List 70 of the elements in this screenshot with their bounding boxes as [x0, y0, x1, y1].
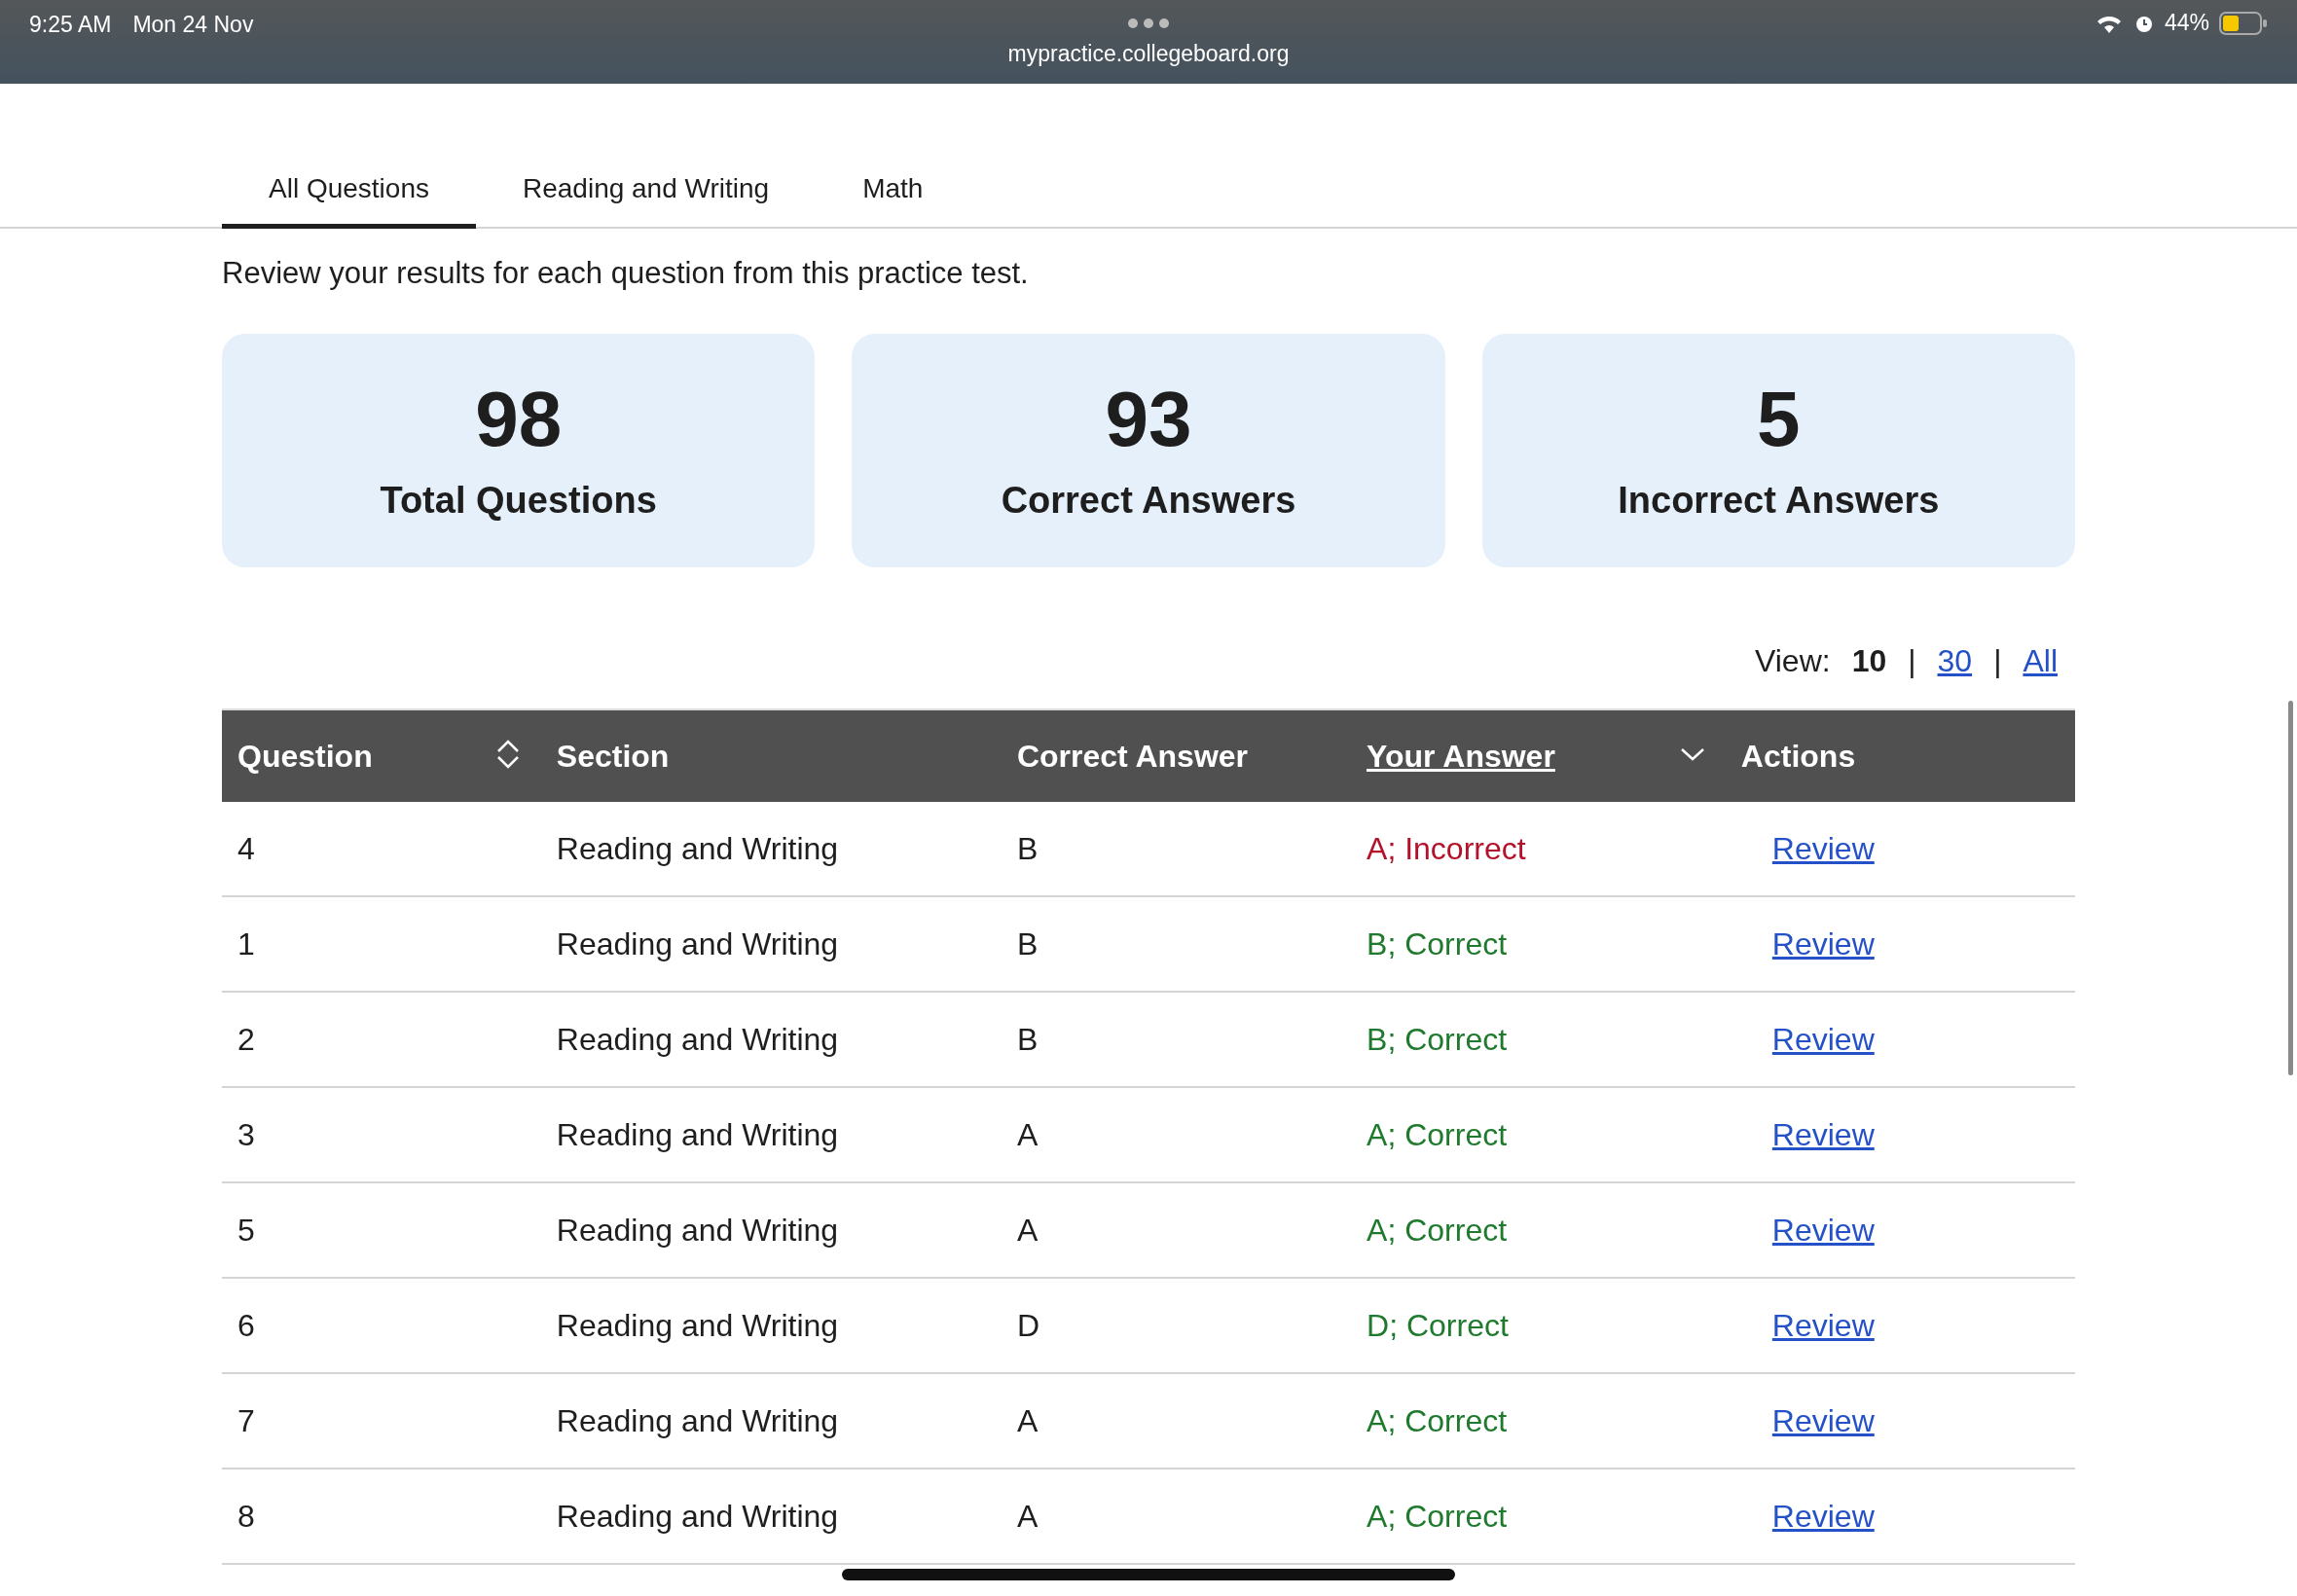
scrollbar[interactable] [2288, 701, 2293, 1075]
table-cell: A [1001, 1469, 1352, 1564]
sort-icon[interactable] [494, 739, 521, 770]
table-cell: D [1001, 1278, 1352, 1373]
stat-label: Total Questions [380, 479, 657, 522]
table-cell: B [1001, 896, 1352, 992]
view-label: View: [1754, 643, 1831, 679]
table-cell: A [1001, 1087, 1352, 1182]
table-cell: 2 [222, 992, 541, 1087]
table-cell: Reading and Writing [540, 896, 1002, 992]
description-text: Review your results for each question from this practice test. [222, 256, 1030, 291]
table-cell: B [1001, 992, 1352, 1087]
table-cell: B; Correct [1351, 992, 1726, 1087]
column-header: Actions [1725, 709, 2075, 802]
table-cell: A; Correct [1351, 1087, 1726, 1182]
review-link[interactable]: Review [1771, 1498, 1875, 1534]
review-link[interactable]: Review [1771, 1116, 1875, 1152]
view-option[interactable]: 10 [1851, 643, 1887, 679]
table-cell: B [1001, 802, 1352, 896]
table-cell: Reading and Writing [540, 992, 1002, 1087]
status-date: Mon 24 Nov [132, 12, 254, 38]
review-link[interactable]: Review [1771, 1307, 1875, 1343]
table-cell: Reading and Writing [540, 1373, 1002, 1469]
review-link[interactable]: Review [1771, 1021, 1875, 1057]
table-cell: A; Correct [1351, 1373, 1726, 1469]
column-header: Correct Answer [1001, 709, 1352, 802]
column-header[interactable]: Your Answer [1351, 709, 1659, 802]
table-cell: A; Correct [1351, 1469, 1726, 1564]
battery-percent: 44% [2164, 10, 2209, 36]
table-cell: Reading and Writing [540, 1182, 1002, 1278]
table-cell: 7 [222, 1373, 541, 1469]
chevron-down-icon[interactable] [1679, 746, 1705, 762]
table-cell: 6 [222, 1278, 541, 1373]
more-icon[interactable] [1127, 18, 1170, 29]
table-cell: 3 [222, 1087, 541, 1182]
tab[interactable]: All Questions [222, 163, 476, 229]
table-cell: Reading and Writing [540, 1087, 1002, 1182]
stat-label: Incorrect Answers [1618, 479, 1940, 522]
stat-label: Correct Answers [1001, 479, 1296, 522]
view-option[interactable]: All [2023, 643, 2058, 679]
stat-value: 93 [1105, 380, 1192, 458]
separator: | [1908, 643, 1916, 679]
table-cell: A [1001, 1373, 1352, 1469]
table-cell: A [1001, 1182, 1352, 1278]
table-cell: 1 [222, 896, 541, 992]
status-time: 9:25 AM [29, 12, 112, 38]
table-cell: Reading and Writing [540, 1278, 1002, 1373]
table-cell: B; Correct [1351, 896, 1726, 992]
table-cell: 4 [222, 802, 541, 896]
battery-icon [2219, 11, 2268, 35]
review-link[interactable]: Review [1771, 1212, 1875, 1248]
url-text[interactable]: mypractice.collegeboard.org [1007, 41, 1290, 67]
review-link[interactable]: Review [1771, 925, 1875, 961]
column-header[interactable]: Question [222, 709, 475, 802]
table-cell: A; Correct [1351, 1182, 1726, 1278]
table-cell: Reading and Writing [540, 802, 1002, 896]
separator: | [1993, 643, 2002, 679]
column-header: Section [540, 709, 1002, 802]
table-cell: D; Correct [1351, 1278, 1726, 1373]
stat-value: 5 [1757, 380, 1801, 458]
tab[interactable]: Reading and Writing [475, 163, 817, 229]
stat-value: 98 [475, 380, 563, 458]
table-cell: Reading and Writing [540, 1469, 1002, 1564]
view-option[interactable]: 30 [1937, 643, 1973, 679]
table-cell: 5 [222, 1182, 541, 1278]
table-cell: 8 [222, 1469, 541, 1564]
review-link[interactable]: Review [1771, 1402, 1875, 1438]
review-link[interactable]: Review [1771, 830, 1875, 866]
table-cell: A; Incorrect [1351, 802, 1726, 896]
tab[interactable]: Math [816, 163, 970, 229]
